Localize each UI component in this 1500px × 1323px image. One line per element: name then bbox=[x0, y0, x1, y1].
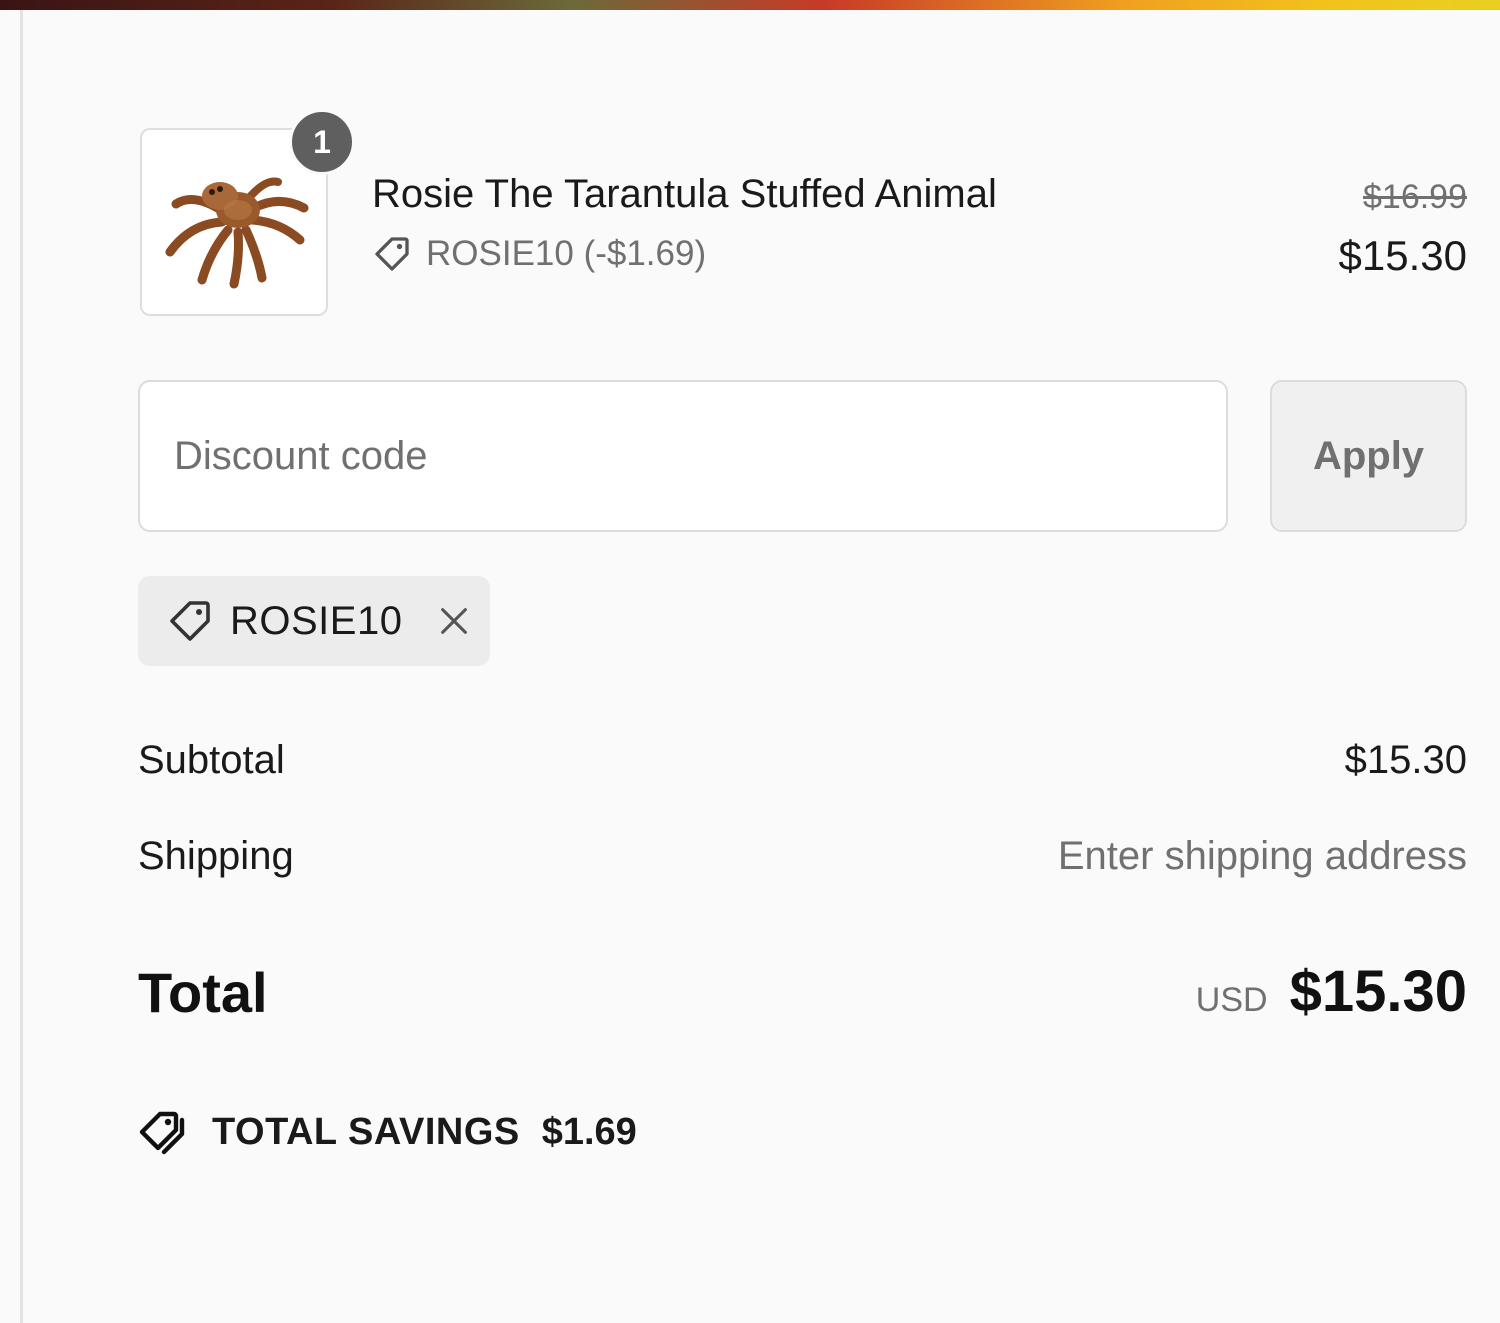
shipping-value: Enter shipping address bbox=[1057, 834, 1467, 878]
total-label: Total bbox=[138, 961, 268, 1024]
current-price: $15.30 bbox=[1338, 232, 1467, 279]
apply-button[interactable]: Apply bbox=[1270, 380, 1467, 532]
line-item-discount: ROSIE10 (-$1.69) bbox=[372, 232, 706, 276]
total-value: $15.30 bbox=[1289, 959, 1467, 1024]
tag-icon bbox=[170, 601, 210, 641]
order-summary: 1 Rosie The Tarantula Stuffed Animal ROS… bbox=[138, 0, 1467, 1323]
total-amount: USD $15.30 bbox=[1196, 958, 1467, 1025]
close-icon bbox=[441, 608, 468, 634]
tarantula-plush-image bbox=[165, 177, 309, 289]
subtotal-value: $15.30 bbox=[1344, 738, 1467, 782]
product-thumbnail: 1 bbox=[140, 109, 355, 316]
original-price: $16.99 bbox=[1363, 178, 1467, 216]
total-savings: TOTAL SAVINGS $1.69 bbox=[138, 1104, 637, 1160]
line-item: 1 Rosie The Tarantula Stuffed Animal ROS… bbox=[138, 109, 1467, 318]
column-divider bbox=[20, 10, 23, 1323]
tag-icon bbox=[375, 237, 409, 271]
remove-discount-button[interactable] bbox=[432, 599, 476, 643]
subtotal-label: Subtotal bbox=[138, 738, 285, 782]
product-title: Rosie The Tarantula Stuffed Animal bbox=[372, 172, 997, 216]
line-item-discount-text: ROSIE10 (-$1.69) bbox=[426, 234, 707, 273]
quantity-badge: 1 bbox=[289, 109, 355, 175]
total-currency: USD bbox=[1195, 981, 1268, 1019]
applied-discount-code: ROSIE10 bbox=[230, 598, 403, 643]
shipping-label: Shipping bbox=[138, 834, 294, 878]
total-savings-label: TOTAL SAVINGS bbox=[212, 1110, 520, 1153]
tags-icon bbox=[139, 1111, 185, 1155]
discount-code-input[interactable] bbox=[138, 380, 1228, 532]
total-savings-amount: $1.69 bbox=[541, 1110, 637, 1153]
applied-discount-chip: ROSIE10 bbox=[138, 576, 490, 666]
